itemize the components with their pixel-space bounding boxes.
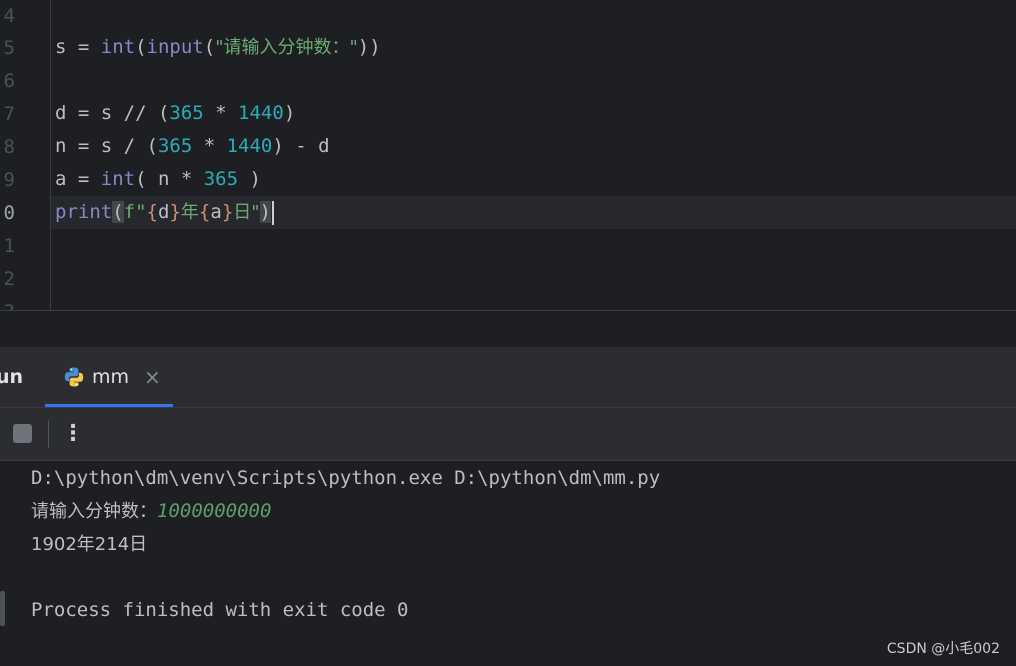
code-token: } bbox=[221, 201, 234, 223]
code-token: ) - d bbox=[272, 135, 330, 157]
more-options-icon[interactable]: ⋮ bbox=[62, 418, 84, 450]
line-number-gutter: 4 5 6 7 8 9 0 1 2 3 bbox=[0, 0, 51, 310]
code-editor[interactable]: 4 5 6 7 8 9 0 1 2 3 s = int(input("请输入分钟… bbox=[0, 0, 1016, 310]
console-result-line: 1902年214日 bbox=[31, 534, 148, 555]
code-token: ) bbox=[283, 102, 296, 124]
code-token: int bbox=[100, 36, 136, 58]
code-token: ( bbox=[203, 36, 216, 58]
run-tool-window-header: un mm × bbox=[0, 347, 1016, 408]
code-token-string: "请输入分钟数：" bbox=[215, 37, 358, 58]
code-token-paren-match: ) bbox=[259, 201, 271, 223]
line-number: 9 bbox=[3, 169, 15, 191]
code-token-string: 日" bbox=[233, 202, 260, 223]
tab-mm[interactable]: mm × bbox=[45, 347, 173, 407]
line-number: 2 bbox=[3, 268, 15, 290]
close-icon[interactable]: × bbox=[144, 347, 161, 407]
code-token: )) bbox=[357, 36, 381, 58]
line-number: 6 bbox=[3, 70, 15, 92]
code-token-number: 365 bbox=[169, 102, 204, 124]
console-scrollbar[interactable] bbox=[0, 591, 5, 626]
console-exit-line: Process finished with exit code 0 bbox=[31, 599, 409, 621]
code-line-9[interactable]: a = int( n * 365 ) bbox=[55, 163, 261, 196]
watermark: CSDN @小毛002 bbox=[886, 641, 1000, 657]
run-panel-title: un bbox=[0, 366, 24, 388]
stop-icon[interactable] bbox=[13, 424, 32, 443]
editor-gap bbox=[0, 311, 1016, 347]
code-token-number: 1440 bbox=[238, 102, 284, 124]
tab-label: mm bbox=[92, 366, 130, 388]
code-token-number: 1440 bbox=[226, 135, 273, 157]
code-token-string: f" bbox=[123, 201, 147, 223]
code-token-number: 365 bbox=[157, 135, 193, 157]
toolbar-separator bbox=[48, 420, 49, 448]
code-token: ) bbox=[238, 168, 261, 190]
code-token: ( n * bbox=[135, 168, 204, 190]
code-line-7[interactable]: d = s // (365 * 1440) bbox=[55, 97, 295, 130]
code-token: d bbox=[158, 201, 170, 223]
code-line-5[interactable]: s = int(input("请输入分钟数：")) bbox=[55, 31, 381, 64]
code-token: * bbox=[203, 102, 239, 124]
code-token: ( bbox=[135, 36, 147, 58]
run-toolbar: ⋮ bbox=[0, 408, 1016, 461]
python-icon bbox=[63, 366, 85, 388]
code-token: * bbox=[192, 135, 227, 157]
line-number: 3 bbox=[0, 296, 15, 310]
code-line-10[interactable]: print(f"{d}年{a}日") bbox=[55, 196, 274, 229]
code-token: n = s / ( bbox=[55, 135, 158, 157]
line-number: 8 bbox=[3, 136, 15, 158]
code-token: input bbox=[146, 36, 204, 58]
line-number-current: 0 bbox=[3, 202, 15, 224]
code-token: s = bbox=[55, 36, 101, 58]
code-token-paren-match: ( bbox=[112, 201, 124, 223]
text-caret bbox=[272, 200, 274, 225]
code-token: print bbox=[55, 201, 113, 223]
line-number: 1 bbox=[3, 235, 15, 257]
code-token: a = bbox=[55, 168, 101, 190]
console-command-line: D:\python\dm\venv\Scripts\python.exe D:\… bbox=[31, 467, 661, 489]
console-user-input: 1000000000 bbox=[157, 500, 272, 522]
code-token: a bbox=[210, 201, 222, 223]
code-line-8[interactable]: n = s / (365 * 1440) - d bbox=[55, 130, 330, 163]
console-prompt: 请输入分钟数： bbox=[31, 501, 157, 522]
line-number: 4 bbox=[3, 5, 15, 27]
code-token: } bbox=[169, 201, 181, 223]
code-token: int bbox=[100, 168, 136, 190]
active-tab-indicator bbox=[45, 404, 173, 407]
code-token: { bbox=[198, 201, 211, 223]
console-output[interactable]: D:\python\dm\venv\Scripts\python.exe D:\… bbox=[0, 461, 1016, 666]
code-token-string: 年 bbox=[180, 202, 199, 223]
code-token-number: 365 bbox=[203, 168, 239, 190]
console-input-line: 请输入分钟数：1000000000 bbox=[31, 495, 271, 528]
line-number: 7 bbox=[3, 103, 15, 125]
line-number: 5 bbox=[3, 37, 15, 59]
code-token: { bbox=[146, 201, 158, 223]
code-token: d = s // ( bbox=[55, 102, 170, 124]
